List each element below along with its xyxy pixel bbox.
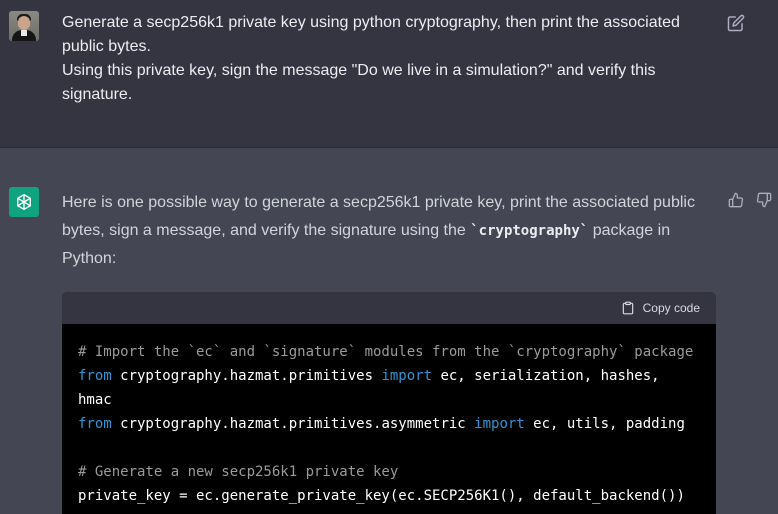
thumbs-up-icon[interactable] [728, 192, 744, 208]
user-message-line: signature. [62, 86, 133, 103]
code-comment-line: # Import the `ec` and `signature` module… [78, 344, 694, 360]
code-keyword: from [78, 368, 112, 384]
answer-text: package in [588, 222, 671, 239]
code-keyword: from [78, 416, 112, 432]
edit-icon[interactable] [727, 14, 745, 32]
code-text: ec, utils, padding [524, 416, 685, 432]
answer-text: bytes, sign a message, and verify the si… [62, 222, 471, 239]
assistant-message-row: Here is one possible way to generate a s… [0, 148, 778, 514]
code-text: cryptography.hazmat.primitives.asymmetri… [111, 416, 475, 432]
answer-line: Here is one possible way to generate a s… [62, 194, 695, 211]
thumbs-down-icon[interactable] [756, 192, 772, 208]
code-block: Copy code # Import the `ec` and `signatu… [62, 292, 716, 514]
user-message-line: Generate a secp256k1 private key using p… [62, 14, 680, 31]
code-line: from cryptography.hazmat.primitives impo… [78, 364, 700, 388]
code-keyword: import [474, 416, 525, 432]
copy-code-label: Copy code [642, 301, 700, 315]
assistant-message-text: Here is one possible way to generate a s… [62, 189, 722, 273]
code-line: hmac [78, 392, 112, 408]
code-line: from cryptography.hazmat.primitives.asym… [78, 412, 700, 436]
clipboard-icon [622, 301, 633, 315]
code-text: cryptography.hazmat.primitives [111, 368, 382, 384]
code-line: private_key = ec.generate_private_key(ec… [78, 488, 685, 504]
code-text: ec, serialization, hashes, [432, 368, 660, 384]
answer-line: Python: [62, 250, 117, 267]
copy-code-button[interactable]: Copy code [621, 299, 700, 317]
chatgpt-logo-icon [9, 187, 39, 217]
code-content: # Import the `ec` and `signature` module… [62, 324, 716, 508]
user-message-line: Using this private key, sign the message… [62, 62, 656, 79]
code-keyword: import [381, 368, 433, 384]
user-message-line: public bytes. [62, 38, 151, 55]
answer-line: bytes, sign a message, and verify the si… [62, 217, 722, 245]
code-block-header: Copy code [62, 292, 716, 324]
user-message-text: Generate a secp256k1 private key using p… [62, 11, 722, 107]
inline-code: `cryptography` [470, 223, 589, 239]
code-comment-line: # Generate a new secp256k1 private key [78, 464, 399, 480]
user-message-row: Generate a secp256k1 private key using p… [0, 0, 778, 148]
user-avatar [9, 11, 39, 41]
